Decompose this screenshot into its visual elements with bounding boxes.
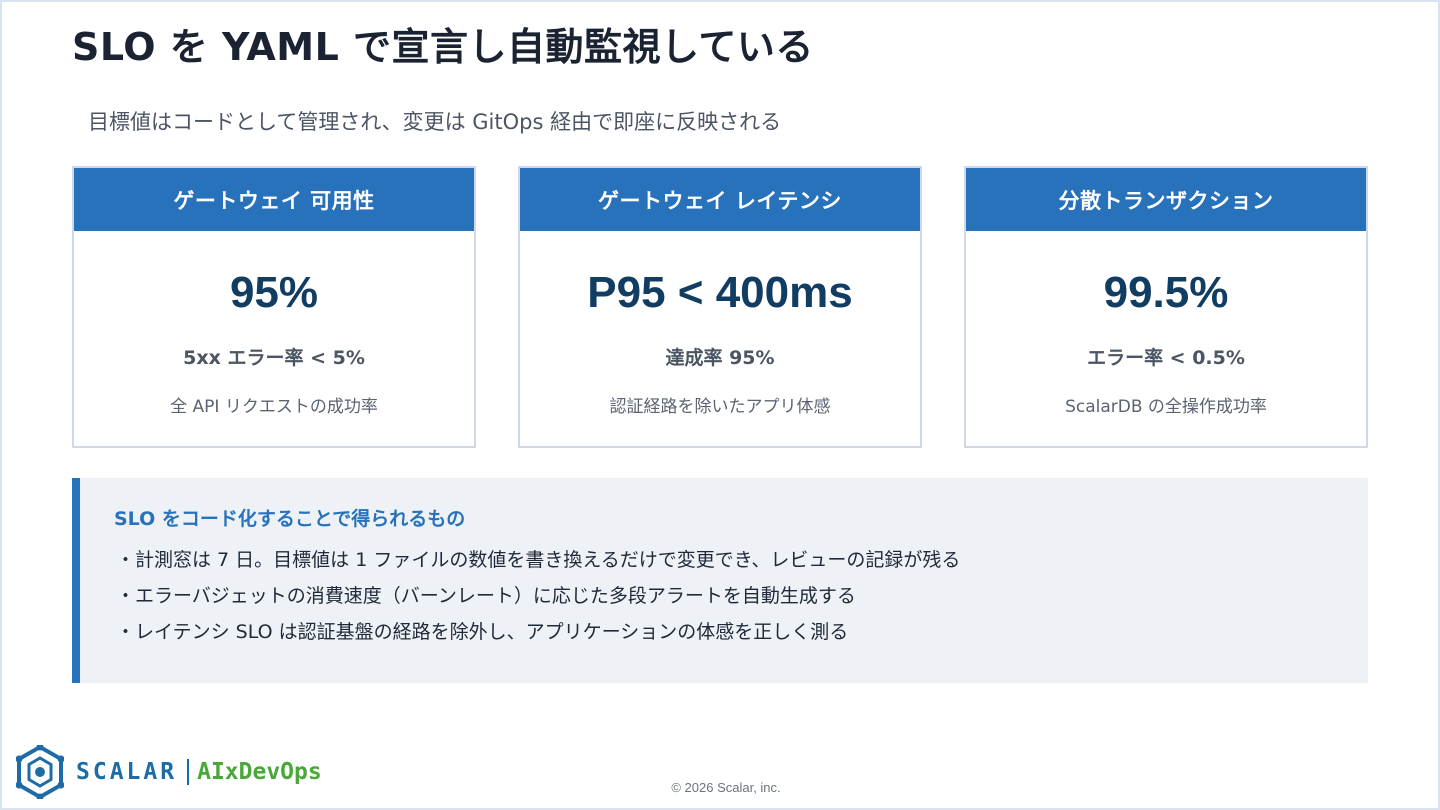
- benefits-panel: SLO をコード化することで得られるもの ・計測窓は 7 日。目標値は 1 ファ…: [72, 478, 1368, 683]
- benefit-item: ・計測窓は 7 日。目標値は 1 ファイルの数値を書き換えるだけで変更でき、レビ…: [116, 549, 961, 571]
- card-description: ScalarDB の全操作成功率: [1065, 397, 1267, 417]
- card-description: 全 API リクエストの成功率: [170, 397, 378, 417]
- card-value: 99.5%: [1103, 268, 1229, 317]
- benefits-title: SLO をコード化することで得られるもの: [114, 508, 466, 530]
- copyright: © 2026 Scalar, inc.: [671, 780, 781, 795]
- card-metric: 5xx エラー率 < 5%: [183, 347, 365, 369]
- card-metric: エラー率 < 0.5%: [1087, 347, 1245, 369]
- card-description: 認証経路を除いたアプリ体感: [609, 397, 831, 417]
- benefit-item: ・エラーバジェットの消費速度（バーンレート）に応じた多段アラートを自動生成する: [116, 585, 856, 607]
- slo-card-distributed-transaction: 分散トランザクション 99.5% エラー率 < 0.5% ScalarDB の全…: [964, 166, 1368, 448]
- benefits-list: ・計測窓は 7 日。目標値は 1 ファイルの数値を書き換えるだけで変更でき、レビ…: [116, 546, 960, 654]
- benefit-item: ・レイテンシ SLO は認証基盤の経路を除外し、アプリケーションの体感を正しく測…: [116, 621, 849, 643]
- card-header: ゲートウェイ 可用性: [74, 168, 474, 231]
- page-subtitle: 目標値はコードとして管理され、変更は GitOps 経由で即座に反映される: [88, 110, 782, 134]
- card-value: P95 < 400ms: [587, 268, 853, 317]
- slo-card-gateway-latency: ゲートウェイ レイテンシ P95 < 400ms 達成率 95% 認証経路を除い…: [518, 166, 922, 448]
- page-title: SLO を YAML で宣言し自動監視している: [72, 25, 814, 69]
- slo-card-gateway-availability: ゲートウェイ 可用性 95% 5xx エラー率 < 5% 全 API リクエスト…: [72, 166, 476, 448]
- card-value: 95%: [229, 268, 319, 317]
- card-metric: 達成率 95%: [665, 347, 775, 369]
- card-header: 分散トランザクション: [966, 168, 1366, 231]
- card-header: ゲートウェイ レイテンシ: [520, 168, 920, 231]
